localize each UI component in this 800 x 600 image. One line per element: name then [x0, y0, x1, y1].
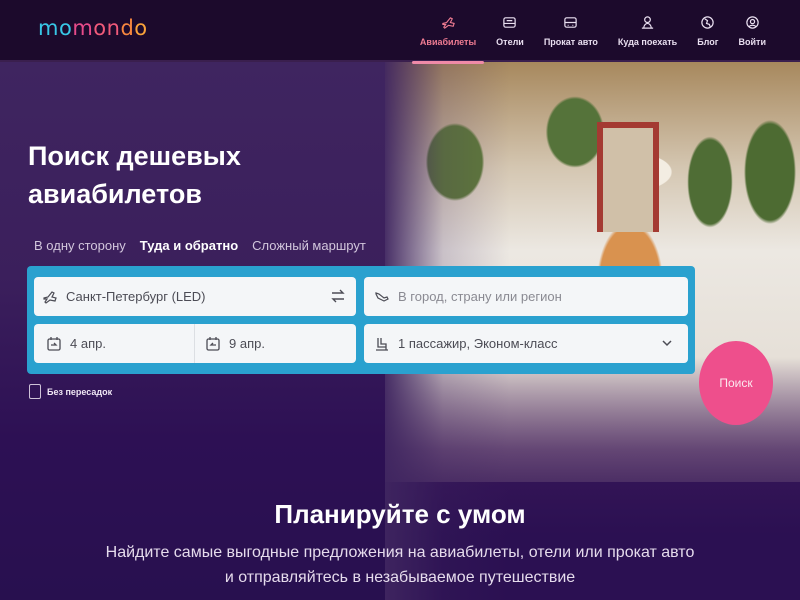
nav-item-car-rental[interactable]: Прокат авто — [534, 0, 608, 62]
section-subtitle: Найдите самые выгодные предложения на ав… — [105, 544, 695, 586]
depart-date-value: 4 апр. — [70, 336, 106, 351]
landing-icon — [375, 291, 389, 302]
origin-value: Санкт-Петербург (LED) — [66, 289, 206, 304]
logo-text-part: o — [134, 16, 148, 40]
nav-item-blog[interactable]: Блог — [687, 0, 728, 62]
destination-placeholder: В город, страну или регион — [398, 289, 562, 304]
search-button[interactable]: Поиск — [699, 341, 773, 425]
hero-section: Поиск дешевых авиабилетов В одну сторону… — [0, 62, 800, 600]
globe-icon — [701, 16, 715, 29]
nonstop-option: Без пересадок — [29, 384, 112, 399]
nonstop-checkbox[interactable] — [29, 384, 41, 399]
bed-icon — [503, 17, 517, 28]
passenger-seat-icon — [376, 337, 388, 351]
chevron-down-icon — [662, 340, 672, 347]
nav-item-flights[interactable]: Авиабилеты — [410, 0, 486, 64]
logo-text-part: o — [93, 16, 107, 40]
nav-label: Прокат авто — [543, 37, 598, 47]
logo-text-part: m — [72, 16, 94, 40]
calendar-return-icon — [206, 336, 220, 351]
return-date-field[interactable]: 9 апр. — [195, 324, 356, 363]
section-title: Планируйте с умом — [274, 499, 526, 529]
momondo-logo[interactable]: momondo — [38, 16, 148, 40]
tab-round-trip[interactable]: Туда и обратно — [140, 238, 238, 253]
depart-date-field[interactable]: 4 апр. — [34, 324, 195, 363]
logo-text-part: mo — [38, 16, 73, 40]
nav-label: Отели — [496, 37, 524, 47]
passengers-class-select[interactable]: 1 пассажир, Эконом-класс — [364, 324, 688, 363]
hero-title: Поиск дешевых авиабилетов — [28, 141, 241, 209]
calendar-depart-icon — [47, 336, 61, 351]
tab-multi-city[interactable]: Сложный маршрут — [252, 238, 366, 253]
logo-text-part: n — [106, 16, 121, 40]
nav-item-login[interactable]: Войти — [729, 0, 776, 62]
nav-item-hotels[interactable]: Отели — [486, 0, 534, 62]
top-navigation-bar: momondo Авиабилеты Отели Прокат авто Куд… — [0, 0, 800, 64]
nav-label: Авиабилеты — [419, 37, 477, 47]
origin-field[interactable]: Санкт-Петербург (LED) — [34, 277, 356, 316]
swap-icon[interactable] — [330, 288, 346, 304]
nav-label: Войти — [738, 37, 766, 47]
takeoff-icon — [43, 290, 57, 304]
flight-search-panel: Санкт-Петербург (LED) В город, страну ил… — [27, 266, 695, 374]
logo-text-part: d — [120, 16, 135, 40]
dates-field: 4 апр. 9 апр. — [34, 324, 356, 363]
nonstop-label: Без пересадок — [47, 386, 113, 397]
nav-label: Куда поехать — [617, 37, 678, 47]
plane-icon — [441, 17, 455, 29]
main-nav: Авиабилеты Отели Прокат авто Куда поехат… — [410, 0, 776, 64]
trip-type-tabs: В одну сторону Туда и обратно Сложный ма… — [34, 238, 366, 253]
car-icon — [564, 17, 578, 28]
user-icon — [746, 16, 759, 29]
person-icon — [641, 16, 654, 29]
tab-one-way[interactable]: В одну сторону — [34, 238, 126, 253]
nav-label: Блог — [697, 37, 719, 47]
nav-item-explore[interactable]: Куда поехать — [608, 0, 687, 62]
destination-field[interactable]: В город, страну или регион — [364, 277, 688, 316]
return-date-value: 9 апр. — [229, 336, 265, 351]
passengers-value: 1 пассажир, Эконом-класс — [398, 336, 558, 351]
